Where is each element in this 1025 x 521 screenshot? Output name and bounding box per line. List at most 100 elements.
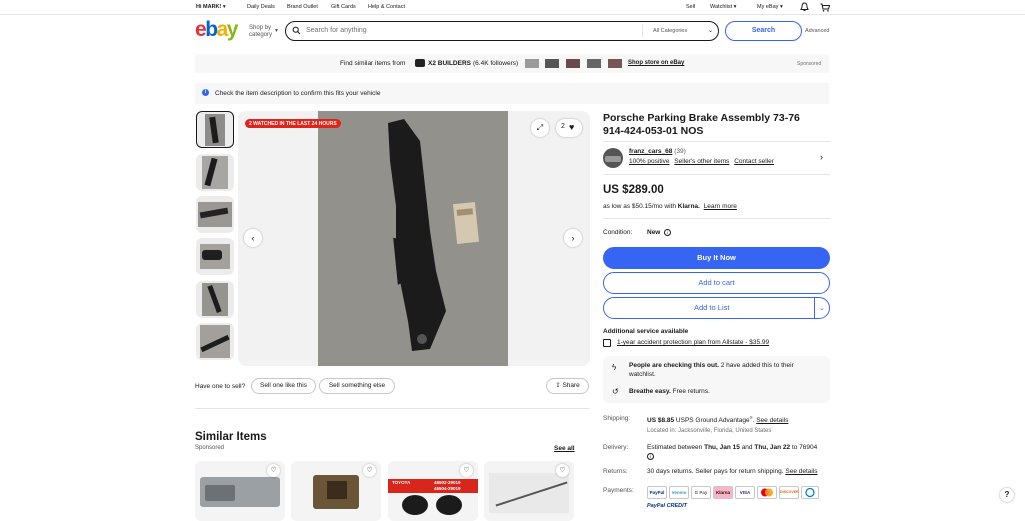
button-divider: [814, 298, 815, 318]
registered-mark: ®: [749, 415, 753, 420]
help-icon[interactable]: ?: [1000, 488, 1014, 502]
similar-item-card[interactable]: ♡: [195, 461, 285, 521]
similar-item-card[interactable]: TOYOTA 46502-29019 46504-29019 ♡: [388, 461, 478, 521]
greeting-link[interactable]: Hi MARK! ▾: [196, 4, 226, 10]
my-ebay-link[interactable]: My eBay ▾: [757, 4, 783, 10]
gallery-thumbnail[interactable]: [196, 111, 234, 148]
watch-button[interactable]: 2 ♥: [556, 119, 582, 137]
watched-badge: 2 WATCHED IN THE LAST 24 HOURS: [245, 119, 341, 128]
seller-other-items-link[interactable]: Seller's other items: [674, 158, 729, 165]
divider: [603, 218, 830, 219]
shop-store-link[interactable]: Shop store on eBay: [628, 60, 684, 66]
sell-one-like-this-button[interactable]: Sell one like this: [251, 378, 316, 394]
add-to-cart-button[interactable]: Add to cart: [603, 272, 830, 294]
sell-something-else-button[interactable]: Sell something else: [319, 378, 395, 394]
contact-seller-link[interactable]: Contact seller: [734, 158, 774, 165]
checking-text: People are checking this out. 2 have add…: [629, 362, 819, 379]
promo-banner: Find similar items from X2 BUILDERS (6.4…: [195, 54, 829, 73]
category-select[interactable]: All Categories: [653, 28, 687, 34]
heart-icon: ♥: [569, 122, 575, 132]
additional-service-title: Additional service available: [603, 328, 689, 335]
chevron-down-icon: ▾: [275, 28, 279, 34]
ebay-logo[interactable]: ebay: [195, 19, 243, 41]
protection-plan-checkbox[interactable]: [603, 339, 611, 347]
share-button[interactable]: ⇪ Share: [546, 378, 589, 394]
heart-icon[interactable]: ♡: [363, 464, 376, 477]
returns-see-details-link[interactable]: See details: [785, 468, 817, 475]
search-button[interactable]: Search: [725, 21, 802, 41]
learn-more-link[interactable]: Learn more: [704, 203, 737, 210]
similar-items-title: Similar Items: [195, 431, 267, 443]
gallery-thumbnail[interactable]: [196, 238, 234, 275]
gallery-thumbnail[interactable]: [196, 323, 234, 360]
chevron-left-icon[interactable]: ‹: [244, 229, 262, 247]
product-title: Porsche Parking Brake Assembly 73-76 914…: [603, 112, 830, 137]
promo-thumb[interactable]: [608, 59, 622, 68]
shipping-see-details-link[interactable]: See details: [756, 417, 788, 424]
card-label: 46502-29019: [434, 480, 461, 485]
buy-it-now-button[interactable]: Buy It Now: [603, 247, 830, 269]
promo-thumb[interactable]: [545, 59, 559, 68]
promo-thumb[interactable]: [566, 59, 580, 68]
similar-item-card[interactable]: ♡: [484, 461, 574, 521]
card-label: 46504-29019: [434, 486, 461, 491]
similar-item-card[interactable]: ♡: [291, 461, 381, 521]
my-ebay-label: My eBay: [757, 4, 779, 10]
product-photo: [318, 111, 508, 366]
top-bar: Hi MARK! ▾ Daily Deals Brand Outlet Gift…: [0, 0, 1025, 14]
heart-icon[interactable]: ♡: [460, 464, 473, 477]
help-contact-link[interactable]: Help & Contact: [368, 4, 405, 10]
gallery-thumbnail[interactable]: [196, 281, 234, 318]
chevron-right-icon[interactable]: ›: [564, 229, 582, 247]
gift-cards-link[interactable]: Gift Cards: [331, 4, 356, 10]
protection-plan-link[interactable]: 1-year accident protection plan from All…: [617, 339, 769, 346]
daily-deals-link[interactable]: Daily Deals: [247, 4, 275, 10]
add-to-list-label: Add to List: [694, 303, 730, 312]
breathe-bold: Breathe easy.: [629, 388, 671, 395]
heart-icon[interactable]: ♡: [556, 464, 569, 477]
price: US $289.00: [603, 184, 664, 196]
similar-sponsored: Sponsored: [195, 445, 225, 451]
chevron-down-icon: ▾: [779, 4, 783, 10]
gallery-thumbnail[interactable]: [196, 196, 234, 233]
notice-text: Check the item description to confirm th…: [215, 90, 381, 97]
store-name[interactable]: X2 BUILDERS: [428, 60, 471, 67]
info-icon[interactable]: i: [664, 229, 671, 236]
chevron-right-icon[interactable]: ›: [820, 152, 823, 162]
promo-thumb[interactable]: [525, 59, 539, 68]
info-icon[interactable]: i: [647, 453, 654, 460]
promo-thumb[interactable]: [587, 59, 601, 68]
divider: [603, 141, 830, 142]
sell-link[interactable]: Sell: [686, 4, 695, 10]
seller-positive-link[interactable]: 100% positive: [629, 158, 669, 165]
cart-icon[interactable]: [820, 3, 831, 14]
advanced-search-link[interactable]: Advanced: [805, 28, 829, 34]
bell-icon[interactable]: [800, 2, 809, 14]
paypal-icon: PayPal: [647, 486, 667, 499]
heart-icon[interactable]: ♡: [267, 464, 280, 477]
watchlist-link[interactable]: Watchlist ▾: [710, 4, 736, 10]
chevron-down-icon[interactable]: ⌄: [819, 299, 825, 319]
shop-by-category[interactable]: Shop by category: [249, 25, 272, 38]
chevron-down-icon: ⌄: [708, 28, 714, 34]
shipping-info: US $8.85 USPS Ground Advantage®. See det…: [647, 415, 789, 425]
brand-outlet-link[interactable]: Brand Outlet: [287, 4, 318, 10]
seller-links: 100% positive Seller's other items Conta…: [629, 158, 774, 165]
condition-value: New: [647, 229, 661, 236]
expand-icon[interactable]: ⤢: [531, 119, 549, 137]
search-input[interactable]: Search for anything: [306, 27, 367, 34]
delivery-info: Estimated between Thu, Jan 15 and Thu, J…: [647, 444, 817, 451]
seller-name-link[interactable]: franz_cars_68: [629, 148, 672, 155]
see-all-link[interactable]: See all: [554, 445, 575, 452]
share-label: Share: [562, 382, 580, 389]
gallery-thumbnail[interactable]: [196, 154, 234, 191]
promo-text: Find similar items from: [340, 60, 406, 67]
seller-avatar[interactable]: [603, 148, 623, 168]
add-to-list-button[interactable]: Add to List ⌄: [603, 297, 830, 319]
search-icon: [292, 26, 301, 37]
share-icon: ⇪: [555, 382, 561, 389]
divider: [195, 408, 590, 409]
lightning-icon: ϟ: [612, 363, 617, 372]
diners-icon: [801, 486, 819, 499]
main-image-viewer[interactable]: 2 WATCHED IN THE LAST 24 HOURS ⤢ 2 ♥ ‹ ›: [238, 111, 590, 366]
